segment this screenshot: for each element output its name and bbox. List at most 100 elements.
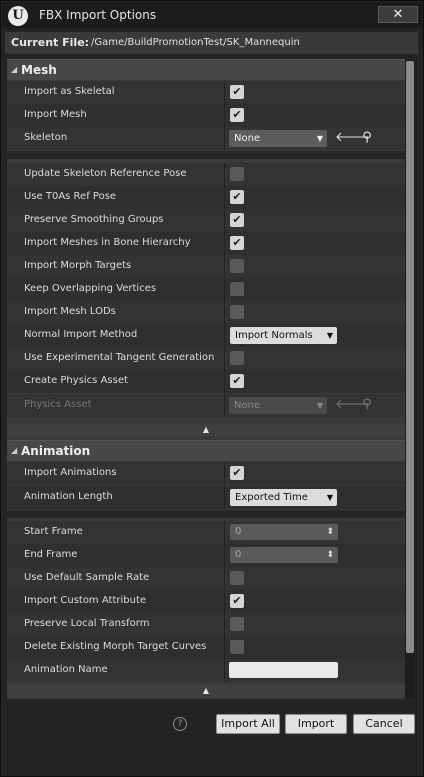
- start-frame-spinbox[interactable]: 0 ⬍: [230, 524, 338, 540]
- row-end-frame: End Frame 0 ⬍: [7, 544, 405, 567]
- import-button[interactable]: Import: [285, 714, 347, 734]
- column-divider[interactable]: [224, 613, 225, 636]
- label-create-physics-asset: Create Physics Asset: [24, 375, 128, 386]
- checkbox-use-default-sample-rate[interactable]: [230, 571, 244, 585]
- checkbox-import-animations[interactable]: ✔: [230, 466, 244, 480]
- use-selected-asset-arrow-icon[interactable]: 🡐: [335, 130, 370, 146]
- column-divider[interactable]: [224, 232, 225, 255]
- row-import-morph-targets: Import Morph Targets: [7, 255, 405, 278]
- label-preserve-local-transform: Preserve Local Transform: [24, 618, 150, 629]
- use-selected-asset-arrow-icon[interactable]: 🡐: [335, 397, 370, 413]
- column-divider[interactable]: [224, 544, 225, 567]
- close-button[interactable]: ✕: [378, 6, 418, 23]
- checkbox-preserve-local-transform[interactable]: [230, 617, 244, 631]
- dropdown-arrow-icon: ▼: [326, 493, 333, 502]
- title-bar[interactable]: U FBX Import Options ✕: [2, 2, 422, 28]
- label-skeleton: Skeleton: [24, 132, 68, 143]
- column-divider[interactable]: [224, 394, 225, 417]
- mesh-advanced-expander[interactable]: ▲: [7, 424, 405, 436]
- column-divider[interactable]: [224, 127, 225, 150]
- label-use-experimental-tangent-generation: Use Experimental Tangent Generation: [24, 352, 215, 363]
- column-divider[interactable]: [224, 486, 225, 509]
- browse-search-icon[interactable]: ⚲: [359, 130, 375, 146]
- column-divider[interactable]: [224, 567, 225, 590]
- animation-name-input[interactable]: [229, 662, 338, 678]
- column-divider[interactable]: [224, 636, 225, 659]
- column-divider[interactable]: [224, 255, 225, 278]
- column-divider[interactable]: [224, 104, 225, 127]
- column-divider[interactable]: [224, 521, 225, 544]
- row-use-experimental-tangent-generation: Use Experimental Tangent Generation: [7, 347, 405, 370]
- checkbox-import-morph-targets[interactable]: [230, 259, 244, 273]
- label-delete-existing-morph-target-curves: Delete Existing Morph Target Curves: [24, 641, 207, 652]
- label-use-t0-ref-pose: Use T0As Ref Pose: [24, 191, 117, 202]
- skeleton-dropdown[interactable]: None ▼: [229, 130, 327, 147]
- current-file-path: /Game/BuildPromotionTest/SK_Mannequin: [91, 37, 300, 48]
- column-divider[interactable]: [224, 301, 225, 324]
- row-use-default-sample-rate: Use Default Sample Rate: [7, 567, 405, 590]
- row-use-t0-ref-pose: Use T0As Ref Pose ✔: [7, 186, 405, 209]
- row-delete-existing-morph-target-curves: Delete Existing Morph Target Curves: [7, 636, 405, 659]
- cancel-button[interactable]: Cancel: [353, 714, 415, 734]
- column-divider[interactable]: [224, 590, 225, 613]
- end-frame-value: 0: [235, 549, 242, 560]
- scrollbar-thumb[interactable]: [406, 61, 414, 653]
- column-divider[interactable]: [224, 209, 225, 232]
- dropdown-arrow-icon: ▼: [316, 401, 323, 410]
- row-start-frame: Start Frame 0 ⬍: [7, 521, 405, 544]
- checkbox-keep-overlapping-vertices[interactable]: [230, 282, 244, 296]
- column-divider[interactable]: [224, 186, 225, 209]
- physics-asset-dropdown[interactable]: None ▼: [229, 397, 327, 414]
- category-mesh-header[interactable]: ◢ Mesh: [7, 59, 405, 80]
- label-keep-overlapping-vertices: Keep Overlapping Vertices: [24, 283, 157, 294]
- row-update-skeleton-ref-pose: Update Skeleton Reference Pose: [7, 163, 405, 186]
- collapse-arrow-icon: ◢: [11, 65, 18, 74]
- label-import-animations: Import Animations: [24, 467, 117, 478]
- browse-search-icon[interactable]: ⚲: [359, 397, 375, 413]
- label-import-meshes-in-bone-hierarchy: Import Meshes in Bone Hierarchy: [24, 237, 191, 248]
- normal-import-method-dropdown[interactable]: Import Normals ▼: [230, 327, 337, 344]
- details-panel: ◢ Mesh Import as Skeletal ✔ Import Mesh …: [7, 59, 405, 699]
- row-normal-import-method: Normal Import Method Import Normals ▼: [7, 324, 405, 347]
- spin-grip-icon: ⬍: [326, 527, 334, 537]
- label-normal-import-method: Normal Import Method: [24, 329, 138, 340]
- window-title: FBX Import Options: [39, 8, 157, 22]
- checkbox-import-mesh[interactable]: ✔: [230, 108, 244, 122]
- checkbox-import-as-skeletal[interactable]: ✔: [230, 85, 244, 99]
- animation-length-dropdown[interactable]: Exported Time ▼: [230, 489, 337, 506]
- column-divider[interactable]: [224, 163, 225, 186]
- row-import-animations: Import Animations ✔: [7, 462, 405, 485]
- label-animation-length: Animation Length: [24, 491, 113, 502]
- category-mesh-title: Mesh: [21, 63, 57, 77]
- row-import-as-skeletal: Import as Skeletal ✔: [7, 81, 405, 104]
- section-separator: [7, 151, 405, 159]
- dropdown-arrow-icon: ▼: [316, 134, 323, 143]
- category-animation-header[interactable]: ◢ Animation: [7, 440, 405, 461]
- checkbox-update-skeleton-ref-pose[interactable]: [230, 167, 244, 181]
- checkbox-create-physics-asset[interactable]: ✔: [230, 374, 244, 388]
- checkbox-preserve-smoothing-groups[interactable]: ✔: [230, 213, 244, 227]
- help-icon[interactable]: ?: [173, 717, 187, 731]
- label-import-custom-attribute: Import Custom Attribute: [24, 595, 147, 606]
- column-divider[interactable]: [224, 659, 225, 682]
- checkbox-use-experimental-tangent-generation[interactable]: [230, 351, 244, 365]
- label-import-morph-targets: Import Morph Targets: [24, 260, 132, 271]
- column-divider[interactable]: [224, 278, 225, 301]
- column-divider[interactable]: [224, 81, 225, 104]
- end-frame-spinbox[interactable]: 0 ⬍: [230, 547, 338, 563]
- row-preserve-smoothing-groups: Preserve Smoothing Groups ✔: [7, 209, 405, 232]
- section-separator: [7, 510, 405, 518]
- column-divider[interactable]: [224, 370, 225, 393]
- column-divider[interactable]: [224, 462, 225, 485]
- animation-advanced-expander[interactable]: ▲: [7, 685, 405, 697]
- checkbox-delete-existing-morph-target-curves[interactable]: [230, 640, 244, 654]
- checkbox-import-meshes-in-bone-hierarchy[interactable]: ✔: [230, 236, 244, 250]
- animation-length-value: Exported Time: [235, 492, 308, 503]
- label-update-skeleton-ref-pose: Update Skeleton Reference Pose: [24, 168, 187, 179]
- import-all-button[interactable]: Import All: [216, 714, 280, 734]
- checkbox-use-t0-ref-pose[interactable]: ✔: [230, 190, 244, 204]
- column-divider[interactable]: [224, 347, 225, 370]
- column-divider[interactable]: [224, 324, 225, 347]
- checkbox-import-custom-attribute[interactable]: ✔: [230, 594, 244, 608]
- checkbox-import-mesh-lods[interactable]: [230, 305, 244, 319]
